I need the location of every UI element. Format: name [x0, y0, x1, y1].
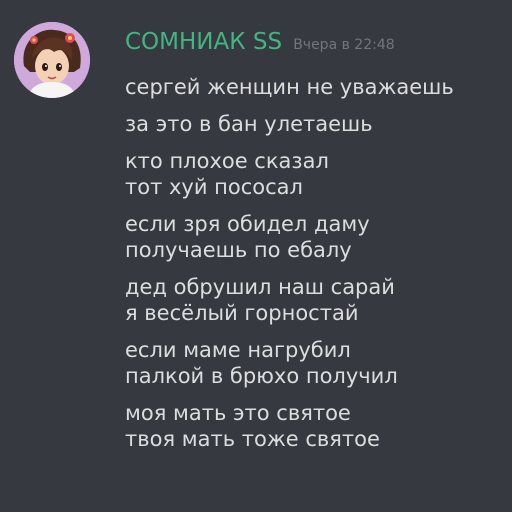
- message-text-block: кто плохое сказал тот хуй пососал: [125, 148, 505, 200]
- message-text-block: дед обрушил наш сарай я весёлый горноста…: [125, 274, 505, 326]
- message-line: кто плохое сказал: [125, 149, 329, 173]
- message-line: если зря обидел даму: [125, 212, 370, 236]
- message-timestamp: Вчера в 22:48: [293, 37, 395, 53]
- author-name[interactable]: СОМНИАК SS: [125, 29, 282, 55]
- message-text-block: если зря обидел даму получаешь по ебалу: [125, 211, 505, 263]
- message-text-block: если маме нагрубил палкой в брюхо получи…: [125, 337, 505, 389]
- message-text-block: сергей женщин не уважаешь: [125, 74, 505, 100]
- message-content: СОМНИАК SS Вчера в 22:48 сергей женщин н…: [125, 22, 505, 452]
- message-header: СОМНИАК SS Вчера в 22:48: [125, 22, 505, 62]
- message-line: тот хуй пососал: [125, 175, 303, 199]
- message-text-block: моя мать это святое твоя мать тоже свято…: [125, 400, 505, 452]
- message-line: моя мать это святое: [125, 401, 351, 425]
- message-text-block: за это в бан улетаешь: [125, 111, 505, 137]
- message-line: дед обрушил наш сарай: [125, 275, 395, 299]
- message-line: за это в бан улетаешь: [125, 112, 373, 136]
- user-avatar[interactable]: [14, 22, 90, 98]
- message-line: получаешь по ебалу: [125, 238, 352, 262]
- chat-window: СОМНИАК SS Вчера в 22:48 сергей женщин н…: [0, 0, 512, 512]
- avatar-illustration: [14, 22, 90, 98]
- message-line: я весёлый горностай: [125, 301, 359, 325]
- message-line: палкой в брюхо получил: [125, 364, 398, 388]
- message-line: если маме нагрубил: [125, 338, 351, 362]
- message-line: сергей женщин не уважаешь: [125, 75, 454, 99]
- message-line: твоя мать тоже святое: [125, 427, 380, 451]
